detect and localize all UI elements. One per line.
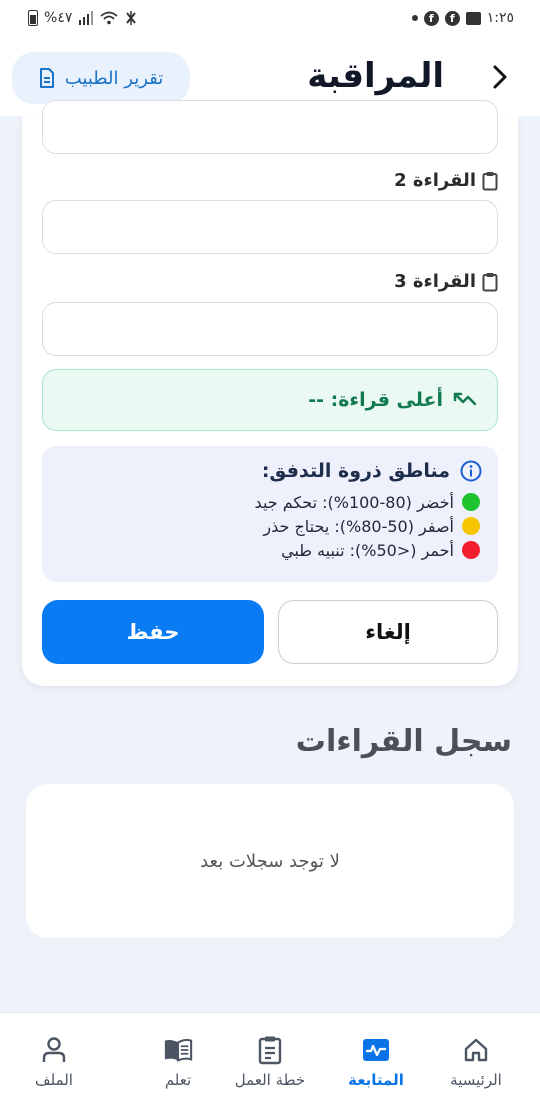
back-button[interactable] <box>486 60 514 94</box>
doctor-report-label: تقرير الطبيب <box>64 67 164 89</box>
home-icon <box>461 1035 491 1065</box>
bottom-nav: الرئيسية المتابعة خطة العمل تعلم الملف <box>0 1012 540 1104</box>
green-dot-icon <box>462 493 480 511</box>
mute-icon <box>126 11 137 25</box>
clipboard-list-icon <box>255 1035 285 1065</box>
zone-red-text: أحمر (<50%): تنبيه طبي <box>281 540 454 560</box>
reading-form-card: القراءة 2 القراءة 3 أعلى قراءة: -- مناطق… <box>22 100 518 686</box>
reading1-input[interactable] <box>42 100 498 154</box>
nav-label-home: الرئيسية <box>450 1071 502 1089</box>
reading3-label-text: القراءة 3 <box>394 271 476 292</box>
reading3-input[interactable] <box>42 302 498 356</box>
reading2-label: القراءة 2 <box>394 170 498 191</box>
battery-level: %٤٧ <box>44 10 73 26</box>
history-title: سجل القراءات <box>295 724 512 759</box>
clipboard-icon <box>482 272 498 291</box>
reading3-label: القراءة 3 <box>394 271 498 292</box>
image-icon <box>465 11 481 25</box>
facebook-icon: f <box>423 10 439 26</box>
zone-yellow: أصفر (50-80%): يحتاج حذر <box>42 514 482 538</box>
zones-title: مناطق ذروة التدفق: <box>42 460 482 482</box>
history-card: لا توجد سجلات بعد <box>26 784 514 938</box>
document-icon <box>39 68 54 88</box>
doctor-report-button[interactable]: تقرير الطبيب <box>12 52 190 104</box>
facebook-icon-2: f <box>444 10 460 26</box>
notification-dot-icon <box>411 15 418 21</box>
nav-label-learn: تعلم <box>164 1071 192 1089</box>
clipboard-icon <box>482 171 498 190</box>
page-title: المراقبة <box>307 56 444 96</box>
nav-item-monitoring[interactable]: المتابعة <box>326 1035 426 1095</box>
info-icon <box>460 460 482 482</box>
save-button[interactable]: حفظ <box>42 600 264 664</box>
nav-label-profile: الملف <box>35 1071 73 1089</box>
battery-icon <box>28 10 38 26</box>
zone-yellow-text: أصفر (50-80%): يحتاج حذر <box>263 516 454 536</box>
book-icon <box>163 1035 193 1065</box>
empty-history-message: لا توجد سجلات بعد <box>200 850 340 872</box>
chevron-right-icon <box>493 65 507 89</box>
yellow-dot-icon <box>462 517 480 535</box>
signal-icon <box>79 11 94 25</box>
user-icon <box>39 1035 69 1065</box>
trending-up-icon <box>453 392 477 406</box>
zones-title-text: مناطق ذروة التدفق: <box>261 460 450 482</box>
nav-item-action-plan[interactable]: خطة العمل <box>220 1035 320 1095</box>
status-right: f f ١:٢٥ <box>411 10 514 26</box>
red-dot-icon <box>462 541 480 559</box>
nav-label-monitoring: المتابعة <box>348 1071 404 1089</box>
peak-reading-box: أعلى قراءة: -- <box>42 369 498 431</box>
zone-red: أحمر (<50%): تنبيه طبي <box>42 538 482 562</box>
cancel-button[interactable]: إلغاء <box>278 600 498 664</box>
zone-green: أخضر (80-100%): تحكم جيد <box>42 490 482 514</box>
peak-flow-zones: مناطق ذروة التدفق: أخضر (80-100%): تحكم … <box>42 446 498 582</box>
clock: ١:٢٥ <box>486 10 514 26</box>
reading2-label-text: القراءة 2 <box>394 170 476 191</box>
status-left: %٤٧ <box>28 10 138 26</box>
nav-item-home[interactable]: الرئيسية <box>426 1035 526 1095</box>
nav-label-action-plan: خطة العمل <box>234 1071 306 1089</box>
wifi-icon <box>100 11 118 25</box>
pulse-icon <box>361 1035 391 1065</box>
nav-item-learn[interactable]: تعلم <box>128 1035 228 1095</box>
reading2-input[interactable] <box>42 200 498 254</box>
zone-green-text: أخضر (80-100%): تحكم جيد <box>254 492 454 512</box>
peak-reading-text: أعلى قراءة: -- <box>308 389 443 411</box>
nav-item-profile[interactable]: الملف <box>4 1035 104 1095</box>
status-bar: %٤٧ f f ١:٢٥ <box>0 0 540 36</box>
